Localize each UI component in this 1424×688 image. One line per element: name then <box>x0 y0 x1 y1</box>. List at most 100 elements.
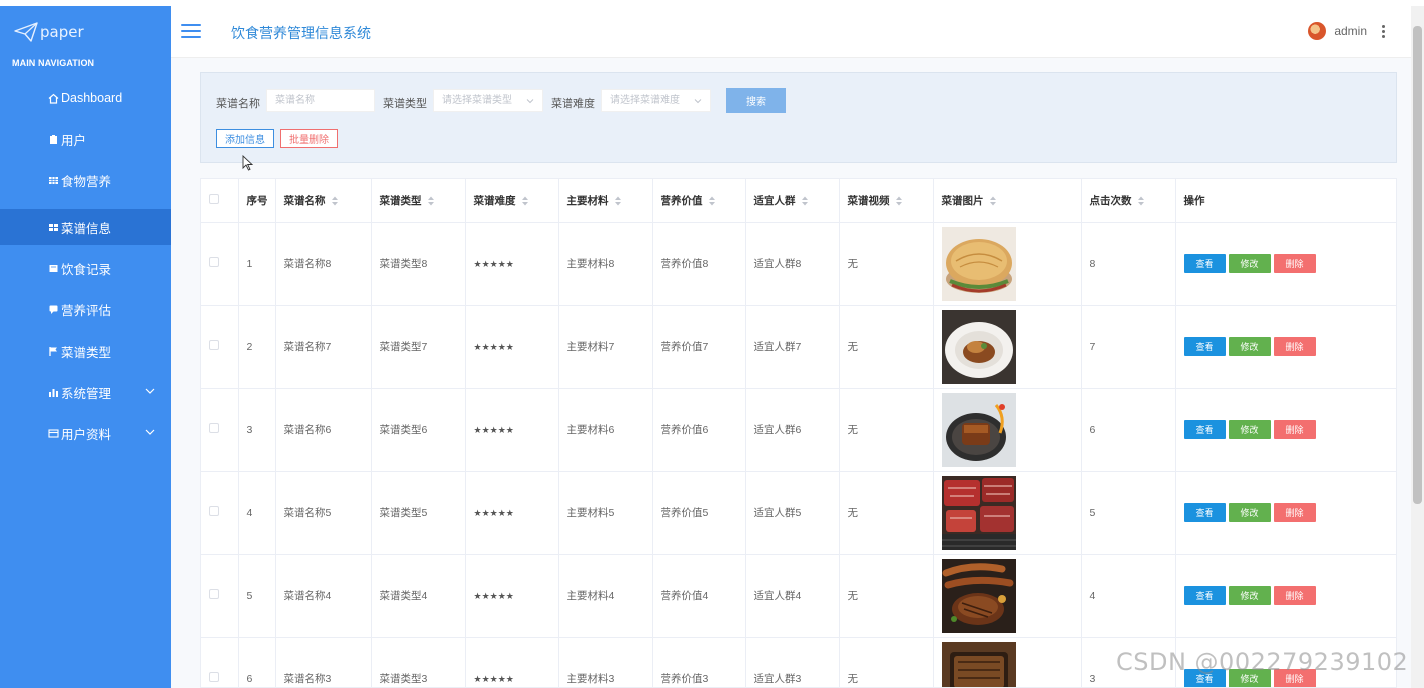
column-header[interactable]: 主要材料 <box>558 179 653 223</box>
edit-button[interactable]: 修改 <box>1228 337 1271 356</box>
difficulty-stars: ★★★★★ <box>473 673 514 684</box>
sort-icon[interactable] <box>1137 196 1144 206</box>
sidebar-item-recipe-info[interactable]: 菜谱信息 <box>0 209 195 245</box>
header-label: 菜谱类型 <box>379 194 422 207</box>
more-vertical-icon[interactable] <box>1381 24 1385 39</box>
sidebar-item-nutrition-assessment[interactable]: 营养评估 <box>0 291 171 327</box>
sidebar-item-label: 食物营养 <box>61 174 112 189</box>
row-checkbox[interactable] <box>209 506 219 516</box>
column-header[interactable]: 菜谱类型 <box>371 179 466 223</box>
sidebar-item-label: 系统管理 <box>61 386 112 401</box>
sort-icon[interactable] <box>801 196 808 206</box>
sidebar-item-users[interactable]: 用户 <box>0 121 171 157</box>
header-label: 菜谱图片 <box>941 194 984 207</box>
select-all-checkbox[interactable] <box>209 193 219 204</box>
sidebar-item-food-nutrition[interactable]: 食物营养 <box>0 162 171 198</box>
row-select-cell <box>201 471 239 555</box>
sort-icon[interactable] <box>427 196 434 206</box>
grid-small-icon <box>48 222 59 233</box>
material-cell: 主要材料5 <box>558 471 653 555</box>
sidebar-item-dashboard[interactable]: Dashboard <box>0 80 171 116</box>
sort-icon[interactable] <box>708 196 715 206</box>
delete-button[interactable]: 删除 <box>1273 254 1316 273</box>
nutrition-cell: 营养价值4 <box>652 554 746 638</box>
delete-button[interactable]: 删除 <box>1273 337 1316 356</box>
delete-button[interactable]: 删除 <box>1273 420 1316 439</box>
clicks-cell: 7 <box>1081 305 1176 389</box>
edit-button[interactable]: 修改 <box>1228 254 1271 273</box>
vertical-scrollbar[interactable] <box>1411 6 1424 688</box>
scrollbar-thumb[interactable] <box>1413 26 1422 504</box>
sort-icon[interactable] <box>895 196 902 206</box>
index-cell: 5 <box>238 554 276 638</box>
column-header[interactable]: 菜谱图片 <box>933 179 1082 223</box>
recipe-difficulty-select[interactable]: 请选择菜谱难度 <box>601 89 711 112</box>
logo[interactable]: paper <box>14 18 84 46</box>
view-button[interactable]: 查看 <box>1183 337 1226 356</box>
hamburger-menu-icon[interactable] <box>181 24 201 38</box>
sidebar-item-label: 用户资料 <box>61 427 112 442</box>
sidebar-item-label: 营养评估 <box>61 303 112 318</box>
bar-chart-icon <box>48 387 59 398</box>
recipe-type-select[interactable]: 请选择菜谱类型 <box>433 89 543 112</box>
column-header[interactable]: 菜谱视频 <box>839 179 934 223</box>
column-header[interactable]: 营养价值 <box>652 179 746 223</box>
header-label: 营养价值 <box>660 194 703 207</box>
sidebar-item-recipe-type[interactable]: 菜谱类型 <box>0 333 171 369</box>
table-header-row: 序号 菜谱名称 菜谱类型 菜谱难度 主要材料 营养价值 适宜人群 菜谱视频 菜谱… <box>201 179 1396 223</box>
recipe-difficulty-placeholder: 请选择菜谱难度 <box>610 95 680 106</box>
row-checkbox[interactable] <box>209 589 219 599</box>
row-checkbox[interactable] <box>209 423 219 433</box>
recipe-image[interactable] <box>941 475 1016 550</box>
recipe-image[interactable] <box>941 309 1016 384</box>
sort-icon[interactable] <box>521 196 528 206</box>
image-cell <box>933 637 1082 688</box>
batch-delete-button[interactable]: 批量删除 <box>280 129 338 148</box>
table-row: 5 菜谱名称4 菜谱类型4 ★★★★★ 主要材料4 营养价值4 适宜人群4 无 4 查看 修改 删除 <box>201 554 1396 638</box>
edit-button[interactable]: 修改 <box>1228 420 1271 439</box>
row-select-cell <box>201 222 239 306</box>
column-header[interactable]: 点击次数 <box>1081 179 1176 223</box>
recipe-name-input[interactable]: 菜谱名称 <box>266 89 375 112</box>
search-button[interactable]: 搜索 <box>726 88 786 113</box>
difficulty-cell: ★★★★★ <box>465 471 559 555</box>
recipe-name-cell: 菜谱名称6 <box>275 388 372 472</box>
view-button[interactable]: 查看 <box>1183 420 1226 439</box>
recipe-image[interactable] <box>941 392 1016 467</box>
view-button[interactable]: 查看 <box>1183 254 1226 273</box>
actions-cell: 查看 修改 删除 <box>1175 554 1396 638</box>
difficulty-stars: ★★★★★ <box>473 590 514 601</box>
table-row: 3 菜谱名称6 菜谱类型6 ★★★★★ 主要材料6 营养价值6 适宜人群6 无 6 查看 修改 删除 <box>201 388 1396 472</box>
sort-icon[interactable] <box>614 196 621 206</box>
view-button[interactable]: 查看 <box>1183 503 1226 522</box>
sidebar-item-user-profile[interactable]: 用户资料 <box>0 415 171 451</box>
sort-icon[interactable] <box>989 196 996 206</box>
row-checkbox[interactable] <box>209 257 219 267</box>
column-header[interactable]: 适宜人群 <box>745 179 840 223</box>
recipe-image[interactable] <box>941 226 1016 301</box>
recipe-type-cell: 菜谱类型3 <box>371 637 466 687</box>
sort-icon[interactable] <box>331 196 338 206</box>
delete-button[interactable]: 删除 <box>1273 586 1316 605</box>
sidebar-item-system-management[interactable]: 系统管理 <box>0 374 171 410</box>
delete-button[interactable]: 删除 <box>1273 503 1316 522</box>
crowd-cell: 适宜人群5 <box>745 471 840 555</box>
recipe-image[interactable] <box>941 641 1016 688</box>
recipe-image[interactable] <box>941 558 1016 633</box>
view-button[interactable]: 查看 <box>1183 586 1226 605</box>
avatar[interactable] <box>1308 22 1327 40</box>
column-header[interactable]: 菜谱难度 <box>465 179 559 223</box>
difficulty-cell: ★★★★★ <box>465 637 559 687</box>
row-checkbox[interactable] <box>209 672 219 682</box>
edit-button[interactable]: 修改 <box>1228 503 1271 522</box>
box-icon <box>48 263 59 274</box>
sidebar-item-diet-record[interactable]: 饮食记录 <box>0 250 171 286</box>
image-cell <box>933 222 1082 306</box>
column-header[interactable]: 菜谱名称 <box>275 179 372 223</box>
edit-button[interactable]: 修改 <box>1228 586 1271 605</box>
row-checkbox[interactable] <box>209 340 219 350</box>
actions-cell: 查看 修改 删除 <box>1175 388 1396 472</box>
nutrition-cell: 营养价值6 <box>652 388 746 472</box>
add-button[interactable]: 添加信息 <box>216 129 274 148</box>
user-menu[interactable]: admin <box>1308 22 1385 40</box>
